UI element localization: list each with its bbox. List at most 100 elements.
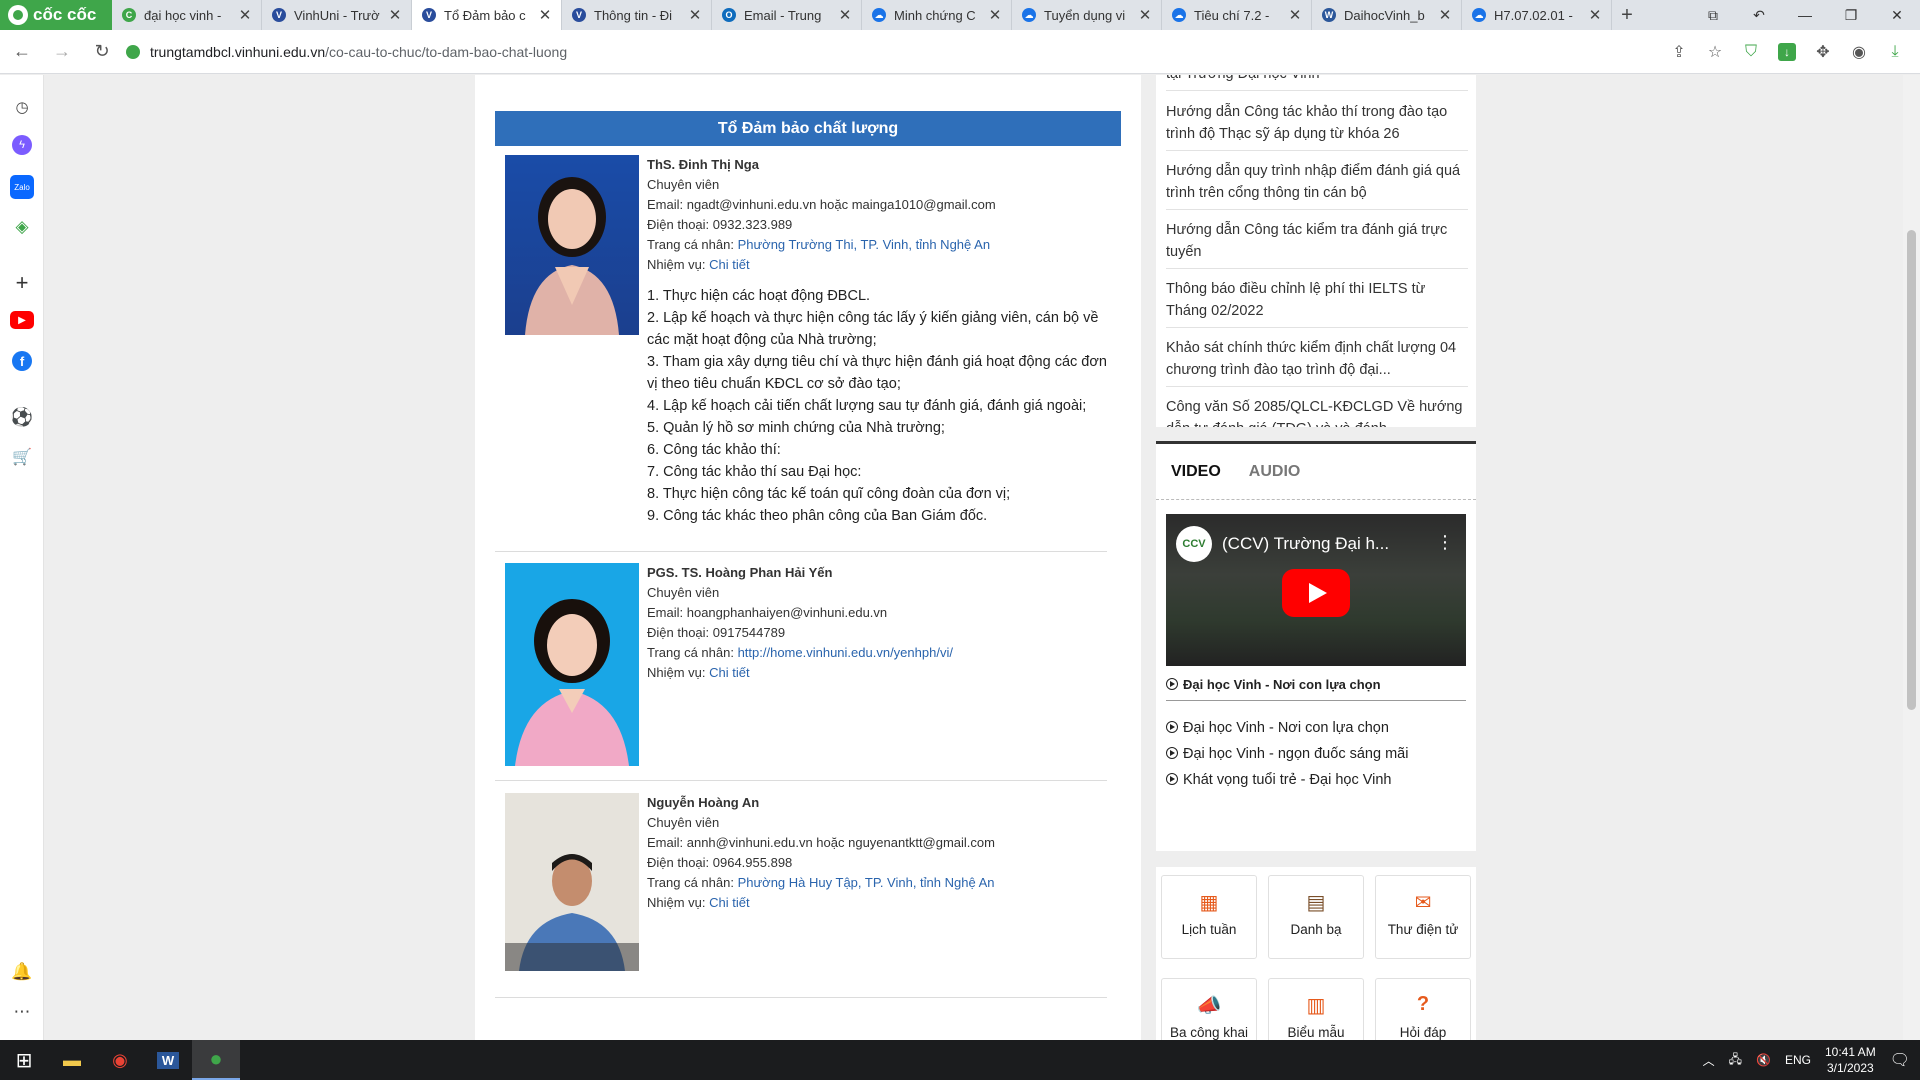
tab-close-icon[interactable]: ✕ [1587, 6, 1603, 24]
show-hidden-icons-icon[interactable]: ︿ [1703, 1052, 1715, 1069]
file-explorer-icon[interactable]: ▬ [48, 1040, 96, 1080]
video-list-item[interactable]: Khát vọng tuổi trẻ - Đại học Vinh [1166, 772, 1466, 788]
staff-homepage-link[interactable]: Phường Hà Huy Tập, TP. Vinh, tỉnh Nghệ A… [738, 875, 995, 890]
staff-homepage-link[interactable]: http://home.vinhuni.edu.vn/yenhph/vi/ [738, 645, 953, 660]
staff-position: Chuyên viên [647, 177, 720, 192]
word-icon[interactable]: W [144, 1040, 192, 1080]
quick-link-email[interactable]: ✉ Thư điện tử [1375, 875, 1471, 959]
quick-link-contacts[interactable]: ▤ Danh bạ [1268, 875, 1364, 959]
address-bar[interactable]: trungtamdbcl.vinhuni.edu.vn/co-cau-to-ch… [126, 37, 1636, 67]
staff-homepage-link[interactable]: Phường Trường Thi, TP. Vinh, tỉnh Nghệ A… [738, 237, 990, 252]
video-list-item[interactable]: Đại học Vinh - ngọn đuốc sáng mãi [1166, 746, 1466, 762]
quick-link-public-disclosure[interactable]: 📣 Ba công khai [1161, 978, 1257, 1040]
quick-link-weekly-schedule[interactable]: ▦ Lịch tuần [1161, 875, 1257, 959]
secure-site-icon[interactable] [126, 45, 140, 59]
forward-button[interactable]: → [44, 34, 80, 70]
play-button[interactable] [1282, 569, 1350, 617]
volume-muted-icon[interactable]: 🔇 [1756, 1053, 1771, 1067]
reload-button[interactable]: ↻ [84, 34, 120, 70]
video-list-item[interactable]: Đại học Vinh - Nơi con lựa chọn [1166, 720, 1466, 736]
maximize-button[interactable]: ❐ [1828, 0, 1874, 30]
coccoc-taskbar-icon[interactable]: ● [192, 1040, 240, 1080]
brand-name: cốc cốc [33, 5, 97, 24]
browser-tab[interactable]: Cđại học vinh - ✕ [112, 0, 262, 30]
tab-audio[interactable]: AUDIO [1249, 463, 1301, 481]
chrome-icon[interactable]: ◉ [96, 1040, 144, 1080]
duty-detail-link[interactable]: Chi tiết [709, 895, 749, 910]
clock-time: 10:41 AM [1824, 1045, 1876, 1059]
notification-bell-icon[interactable]: 🔔 [10, 960, 34, 984]
channel-avatar[interactable]: CCV [1176, 526, 1212, 562]
tab-close-icon[interactable]: ✕ [1287, 6, 1303, 24]
youtube-icon[interactable]: ▶ [10, 311, 34, 329]
quick-link-forms[interactable]: ▥ Biểu mẫu [1268, 978, 1364, 1040]
extensions-puzzle-icon[interactable]: ✥ [1808, 37, 1838, 67]
network-icon[interactable]: 🖧 [1729, 1050, 1742, 1071]
news-item[interactable]: Hướng dẫn Công tác kiểm tra đánh giá trự… [1166, 219, 1468, 269]
browser-tab[interactable]: ☁ Tiêu chí 7.2 - ✕ [1162, 0, 1312, 30]
quick-link-faq[interactable]: ? Hỏi đáp [1375, 978, 1471, 1040]
video-title[interactable]: (CCV) Trường Đại h... [1222, 534, 1389, 554]
messenger-icon[interactable]: ϟ [12, 135, 32, 155]
tab-close-icon[interactable]: ✕ [1137, 6, 1153, 24]
browser-tab[interactable]: ☁ H7.07.02.01 - ✕ [1462, 0, 1612, 30]
game-controller-icon[interactable]: ◈ [10, 215, 34, 239]
tab-title: Thông tin - Đi [594, 7, 673, 23]
close-window-button[interactable]: ✕ [1874, 0, 1920, 30]
minimize-button[interactable]: — [1782, 0, 1828, 30]
share-icon[interactable]: ⇪ [1664, 37, 1694, 67]
tab-close-icon[interactable]: ✕ [837, 6, 853, 24]
youtube-video-player[interactable]: CCV (CCV) Trường Đại h... ⋮ [1166, 514, 1466, 666]
video-caption[interactable]: Đại học Vinh - Nơi con lựa chọn [1166, 677, 1466, 701]
news-item[interactable]: tại Trường Đại học Vinh [1166, 75, 1468, 91]
tab-video[interactable]: VIDEO [1171, 463, 1221, 481]
tab-close-icon[interactable]: ✕ [387, 6, 403, 24]
coccoc-menu-button[interactable]: cốc cốc [0, 0, 112, 30]
bookmark-star-icon[interactable]: ☆ [1700, 37, 1730, 67]
browser-tab[interactable]: V VinhUni - Trườ ✕ [262, 0, 412, 30]
news-item[interactable]: Công văn Số 2085/QLCL-KĐCLGD Về hướng dẫ… [1166, 396, 1468, 427]
tab-close-icon[interactable]: ✕ [1437, 6, 1453, 24]
tab-favicon-icon: W [1322, 8, 1336, 22]
downloads-icon[interactable]: ⤓ [1880, 37, 1910, 67]
back-history-icon[interactable]: ↶ [1736, 0, 1782, 30]
scrollbar-thumb[interactable] [1907, 230, 1916, 710]
tab-close-icon[interactable]: ✕ [687, 6, 703, 24]
duty-detail-link[interactable]: Chi tiết [709, 665, 749, 680]
new-tab-button[interactable]: + [1612, 0, 1642, 30]
news-item[interactable]: Hướng dẫn Công tác khảo thí trong đào tạ… [1166, 101, 1468, 151]
football-icon[interactable]: ⚽ [10, 405, 34, 429]
browser-tab[interactable]: W DaihocVinh_b ✕ [1312, 0, 1462, 30]
add-sidebar-app-icon[interactable]: + [10, 270, 34, 295]
windows-start-icon[interactable]: ⊞ [0, 1040, 48, 1080]
tab-search-icon[interactable]: ⧉ [1690, 0, 1736, 30]
history-icon[interactable]: ◷ [10, 95, 34, 119]
notification-center-icon[interactable]: 🗨 [1890, 1050, 1910, 1070]
tab-title: đại học vinh - [144, 7, 222, 23]
facebook-icon[interactable]: f [12, 351, 32, 371]
download-arrow-icon[interactable]: ↓ [1778, 43, 1796, 61]
language-indicator[interactable]: ENG [1785, 1053, 1811, 1067]
tab-close-icon[interactable]: ✕ [987, 6, 1003, 24]
duty-item: 3. Tham gia xây dựng tiêu chí và thực hi… [647, 354, 1107, 392]
browser-tab[interactable]: ☁ Tuyển dụng vi ✕ [1012, 0, 1162, 30]
page-scrollbar[interactable] [1903, 75, 1920, 1040]
news-item[interactable]: Hướng dẫn quy trình nhập điểm đánh giá q… [1166, 160, 1468, 210]
browser-tab[interactable]: ☁ Minh chứng C ✕ [862, 0, 1012, 30]
video-menu-icon[interactable]: ⋮ [1436, 532, 1454, 553]
browser-tab[interactable]: O Email - Trung ✕ [712, 0, 862, 30]
browser-tab[interactable]: V Thông tin - Đi ✕ [562, 0, 712, 30]
profile-icon[interactable]: ◉ [1844, 37, 1874, 67]
news-item[interactable]: Thông báo điều chỉnh lệ phí thi IELTS từ… [1166, 278, 1468, 328]
browser-tab[interactable]: V Tổ Đảm bảo c ✕ [412, 0, 562, 30]
clock[interactable]: 10:41 AM 3/1/2023 [1825, 1044, 1876, 1076]
tab-close-icon[interactable]: ✕ [537, 6, 553, 24]
news-item[interactable]: Khảo sát chính thức kiểm định chất lượng… [1166, 337, 1468, 387]
duty-detail-link[interactable]: Chi tiết [709, 257, 749, 272]
more-options-icon[interactable]: ⋯ [10, 1000, 34, 1024]
tab-close-icon[interactable]: ✕ [237, 6, 253, 24]
zalo-icon[interactable]: Zalo [10, 175, 34, 199]
back-button[interactable]: ← [4, 34, 40, 70]
extension-shield-icon[interactable]: ⛉ [1736, 37, 1766, 67]
shopping-cart-icon[interactable]: 🛒 [10, 445, 34, 469]
